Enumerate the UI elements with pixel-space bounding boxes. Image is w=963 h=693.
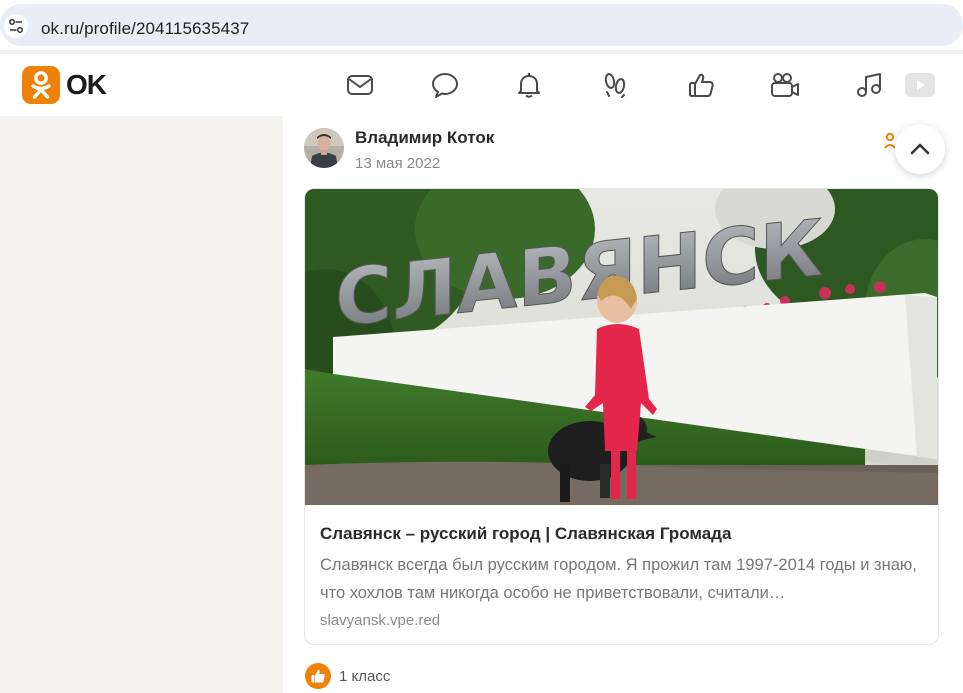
video-icon[interactable] — [902, 67, 936, 103]
url-field[interactable]: ok.ru/profile/204115635437 — [0, 4, 963, 46]
klass-like-icon[interactable] — [305, 663, 331, 689]
logo-text[interactable]: OK — [66, 69, 107, 101]
left-column — [0, 116, 283, 693]
ok-logo-icon[interactable] — [22, 66, 60, 104]
link-title[interactable]: Славянск – русский город | Славянская Гр… — [320, 524, 731, 544]
bell-icon[interactable] — [511, 67, 547, 103]
chat-icon[interactable] — [427, 67, 463, 103]
mail-icon[interactable] — [342, 67, 378, 103]
like-count[interactable]: 1 класс — [339, 668, 390, 685]
site-settings-icon[interactable] — [4, 14, 28, 38]
url-text: ok.ru/profile/204115635437 — [41, 19, 250, 38]
video-camera-icon[interactable] — [767, 67, 803, 103]
scroll-to-top-button[interactable] — [895, 124, 945, 174]
avatar[interactable] — [304, 128, 344, 168]
post-date[interactable]: 13 мая 2022 — [355, 155, 440, 172]
guests-icon[interactable] — [597, 67, 633, 103]
site-header: OK — [0, 54, 963, 116]
post-author[interactable]: Владимир Коток — [355, 128, 494, 148]
link-preview-card[interactable]: СЛАВЯНСК Славянск – русский город | Слав… — [304, 188, 939, 645]
link-preview-image: СЛАВЯНСК — [305, 189, 938, 505]
music-icon[interactable] — [851, 67, 887, 103]
chevron-up-icon — [910, 143, 930, 155]
link-domain[interactable]: slavyansk.vpe.red — [320, 612, 440, 629]
browser-address-bar: ok.ru/profile/204115635437 — [0, 0, 963, 50]
link-description: Славянск всегда был русским городом. Я п… — [320, 556, 917, 602]
thumbs-up-icon[interactable] — [683, 67, 719, 103]
